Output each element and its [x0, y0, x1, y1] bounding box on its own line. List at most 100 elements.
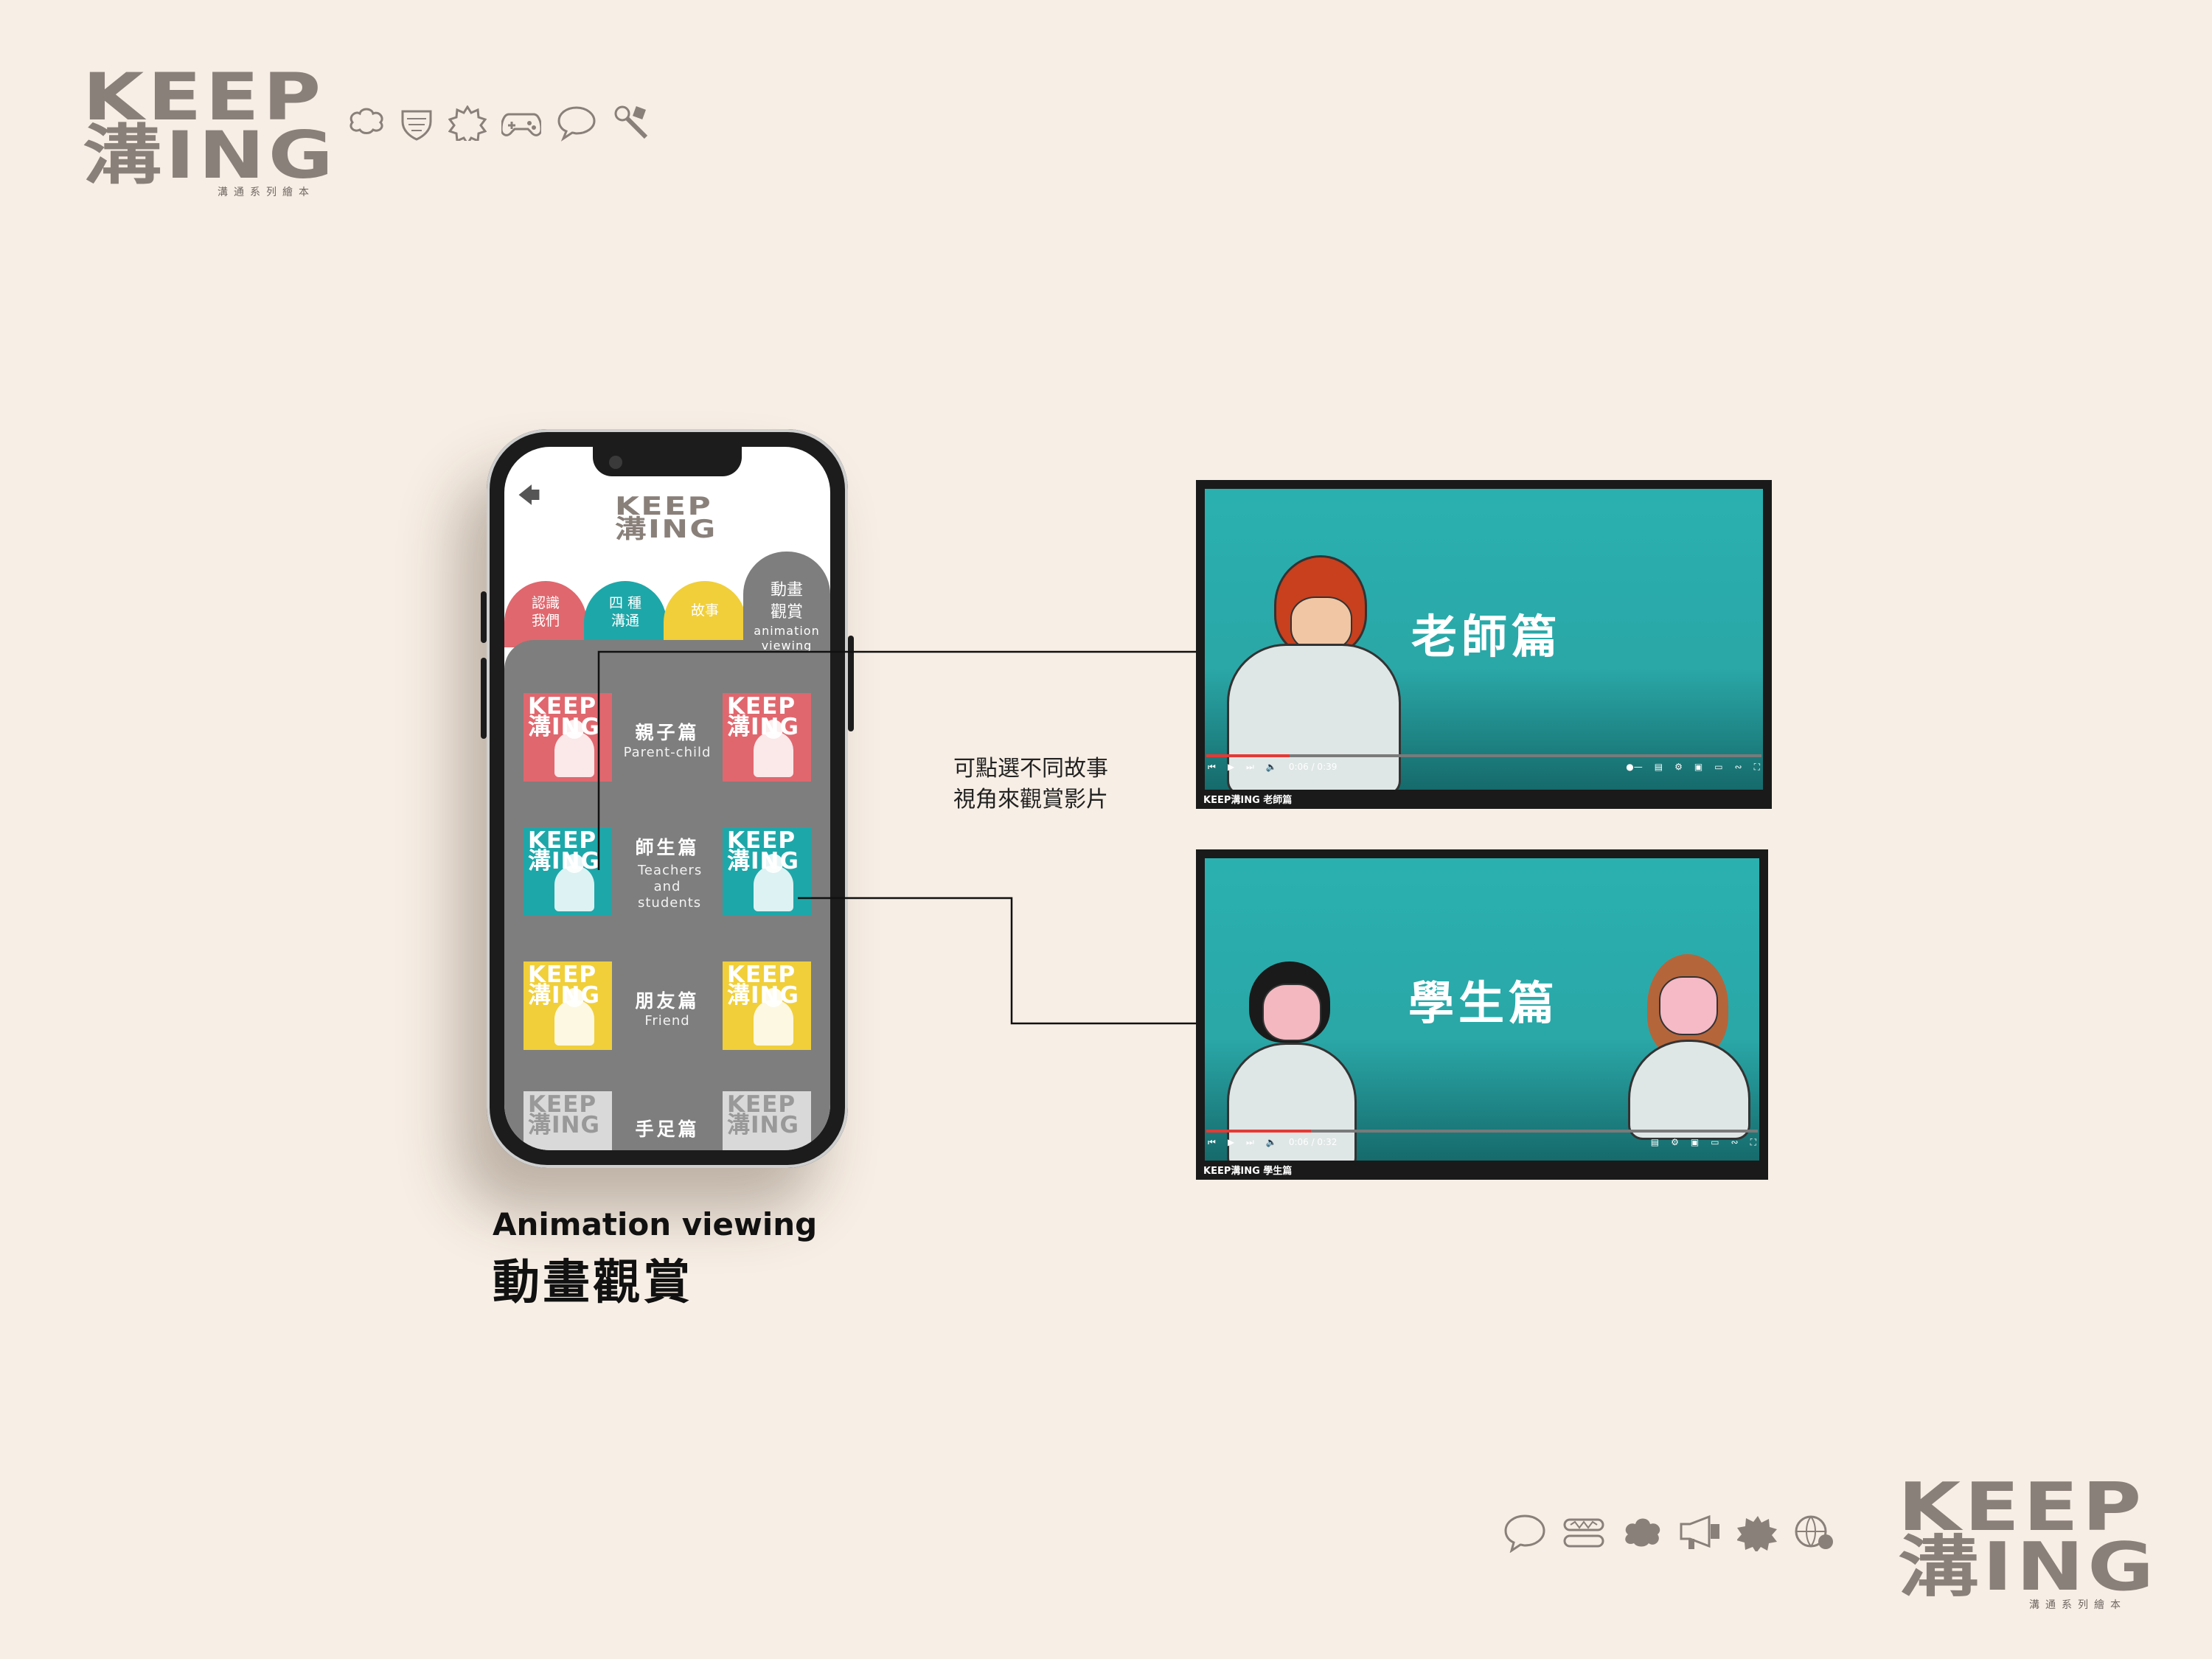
video-thumbnail[interactable]: KEEP溝ING	[723, 1091, 811, 1150]
tab-label: 動畫 觀賞	[770, 581, 803, 622]
app-screen: 🡄 KEEP 溝ING 認識 我們 四 種 溝通 故事 KEEP溝ING 親子篇…	[504, 447, 830, 1150]
tab-sublabel: animation viewing	[754, 624, 820, 653]
row-label: 朋友篇 Friend	[612, 987, 723, 1029]
list-item-parent-child[interactable]: KEEP溝ING 親子篇 Parent-child KEEP溝ING	[504, 693, 830, 783]
video-frame: 學生篇	[1205, 858, 1759, 1161]
volume-icon[interactable]: 🔈	[1266, 762, 1277, 772]
volume-icon[interactable]: 🔈	[1266, 1137, 1277, 1147]
tab-animation-viewing[interactable]: 動畫 觀賞 animation viewing	[743, 552, 830, 677]
speech-cloud-icon	[349, 108, 383, 134]
theater-icon[interactable]: ▭	[1714, 762, 1722, 772]
cast-icon[interactable]: ∾	[1731, 1137, 1739, 1147]
thumb-logo: KEEP溝ING	[528, 1091, 600, 1138]
row-title: 師生篇	[635, 837, 700, 858]
video-player-teacher[interactable]: 老師篇 ⏮ ▶ ⏭ 🔈 0:06 / 0:39 ●— ▤ ⚙ ▣ ▭ ∾ ⛶ K…	[1196, 480, 1772, 809]
prev-icon[interactable]: ⏮	[1208, 1137, 1216, 1148]
character-figure	[554, 720, 594, 777]
play-icon[interactable]: ▶	[1228, 1137, 1234, 1147]
spiky-bubble-icon	[1737, 1516, 1777, 1551]
decor-icons-bottom	[1503, 1513, 1836, 1553]
cast-icon[interactable]: ∾	[1735, 762, 1742, 772]
tab-label: 認識 我們	[531, 595, 560, 629]
character-figure	[554, 854, 594, 911]
subtitles-icon[interactable]: ▤	[1655, 762, 1663, 772]
row-subtitle: Teachers and students	[638, 863, 703, 911]
video-thumbnail[interactable]: KEEP溝ING	[524, 827, 612, 916]
section-caption-english: Animation viewing	[493, 1206, 818, 1242]
theater-icon[interactable]: ▭	[1711, 1137, 1719, 1147]
megaphone-icon	[1680, 1514, 1719, 1549]
speech-bubble-icon	[1504, 1514, 1545, 1553]
fullscreen-icon[interactable]: ⛶	[1750, 1137, 1756, 1148]
progress-bar[interactable]	[1206, 754, 1761, 757]
next-icon[interactable]: ⏭	[1246, 762, 1254, 773]
burst-bubble-icon	[448, 105, 487, 141]
miniplayer-icon[interactable]: ▣	[1691, 1137, 1699, 1147]
character-figure	[754, 720, 793, 777]
phone-mockup: 🡄 KEEP 溝ING 認識 我們 四 種 溝通 故事 KEEP溝ING 親子篇…	[481, 429, 854, 1168]
phone-side-button	[481, 658, 487, 739]
settings-icon[interactable]: ⚙	[1674, 762, 1683, 772]
brand-logo-top: KEEP 溝ING 溝通系列繪本	[83, 64, 333, 199]
row-subtitle: Friend	[644, 1013, 690, 1029]
tab-four-communication[interactable]: 四 種 溝通	[584, 581, 667, 647]
settings-icon[interactable]: ⚙	[1671, 1137, 1679, 1147]
cloud-bubble-icon	[1625, 1518, 1660, 1547]
list-item-teachers-students[interactable]: KEEP溝ING 師生篇 Teachers and students KEEP溝…	[504, 827, 830, 917]
row-title: 朋友篇	[635, 990, 700, 1012]
brand-logo-bottom: KEEP 溝ING 溝通系列繪本	[1898, 1475, 2154, 1612]
miniplayer-icon[interactable]: ▣	[1694, 762, 1703, 772]
video-thumbnail[interactable]: KEEP溝ING	[524, 693, 612, 782]
shield-bubble-icon	[401, 110, 432, 141]
row-label: 手足篇	[612, 1115, 723, 1141]
app-logo: KEEP 溝ING	[615, 494, 715, 543]
video-thumbnail[interactable]: KEEP溝ING	[723, 827, 811, 916]
logo-line2: 溝ING	[1898, 1528, 2158, 1606]
character-figure	[554, 988, 594, 1046]
animation-panel: KEEP溝ING 親子篇 Parent-child KEEP溝ING KEEP溝…	[504, 640, 830, 1150]
tab-about-us[interactable]: 認識 我們	[504, 581, 587, 647]
video-player-student[interactable]: 學生篇 ⏮ ▶ ⏭ 🔈 0:06 / 0:32 ▤ ⚙ ▣ ▭ ∾ ⛶ KEEP…	[1196, 849, 1768, 1180]
app-logo-line2: 溝ING	[615, 515, 717, 545]
video-thumbnail[interactable]: KEEP溝ING	[723, 693, 811, 782]
row-subtitle: Parent-child	[623, 745, 712, 760]
row-label: 親子篇 Parent-child	[612, 718, 723, 761]
play-icon[interactable]: ▶	[1228, 762, 1234, 772]
list-item-friend[interactable]: KEEP溝ING 朋友篇 Friend KEEP溝ING	[504, 961, 830, 1051]
phone-side-button	[481, 591, 487, 643]
character-figure	[754, 854, 793, 911]
subtitles-icon[interactable]: ▤	[1651, 1137, 1659, 1147]
video-thumbnail[interactable]: KEEP溝ING	[723, 961, 811, 1050]
row-label: 師生篇 Teachers and students	[612, 833, 723, 911]
thumb-logo: KEEP溝ING	[727, 1091, 799, 1138]
section-caption-chinese: 動畫觀賞	[493, 1256, 693, 1310]
instruction-note: 可點選不同故事 視角來觀賞影片	[953, 756, 1108, 813]
video-frame: 老師篇	[1205, 489, 1763, 790]
gamepad-icon	[501, 113, 541, 136]
time-display: 0:06 / 0:39	[1288, 762, 1338, 772]
tab-story[interactable]: 故事	[664, 581, 746, 647]
time-display: 0:06 / 0:32	[1288, 1137, 1338, 1147]
tab-label: 故事	[690, 602, 719, 619]
globe-bubble-icon	[1795, 1515, 1833, 1549]
character-figure	[754, 988, 793, 1046]
phone-side-button	[848, 636, 854, 731]
back-arrow-icon[interactable]: 🡄	[518, 479, 540, 517]
autoplay-toggle[interactable]: ●—	[1626, 762, 1642, 772]
connector-student	[798, 897, 1227, 1025]
video-title: 學生篇	[1408, 976, 1559, 1030]
video-title: 老師篇	[1411, 610, 1562, 664]
player-controls: ⏮ ▶ ⏭ 🔈 0:06 / 0:39 ●— ▤ ⚙ ▣ ▭ ∾ ⛶	[1208, 759, 1760, 775]
video-thumbnail[interactable]: KEEP溝ING	[524, 961, 612, 1050]
row-title: 手足篇	[635, 1119, 700, 1140]
video-thumbnail[interactable]: KEEP溝ING	[524, 1091, 612, 1150]
list-item-siblings[interactable]: KEEP溝ING 手足篇 KEEP溝ING	[504, 1091, 830, 1150]
progress-bar[interactable]	[1206, 1130, 1758, 1133]
decor-icons-top	[347, 103, 653, 143]
video-caption: KEEP溝ING 老師篇	[1203, 795, 1293, 806]
next-icon[interactable]: ⏭	[1246, 1137, 1254, 1148]
fullscreen-icon[interactable]: ⛶	[1754, 762, 1760, 773]
prev-icon[interactable]: ⏮	[1208, 762, 1216, 773]
progress-fill	[1206, 754, 1290, 757]
player-controls: ⏮ ▶ ⏭ 🔈 0:06 / 0:32 ▤ ⚙ ▣ ▭ ∾ ⛶	[1208, 1134, 1756, 1150]
